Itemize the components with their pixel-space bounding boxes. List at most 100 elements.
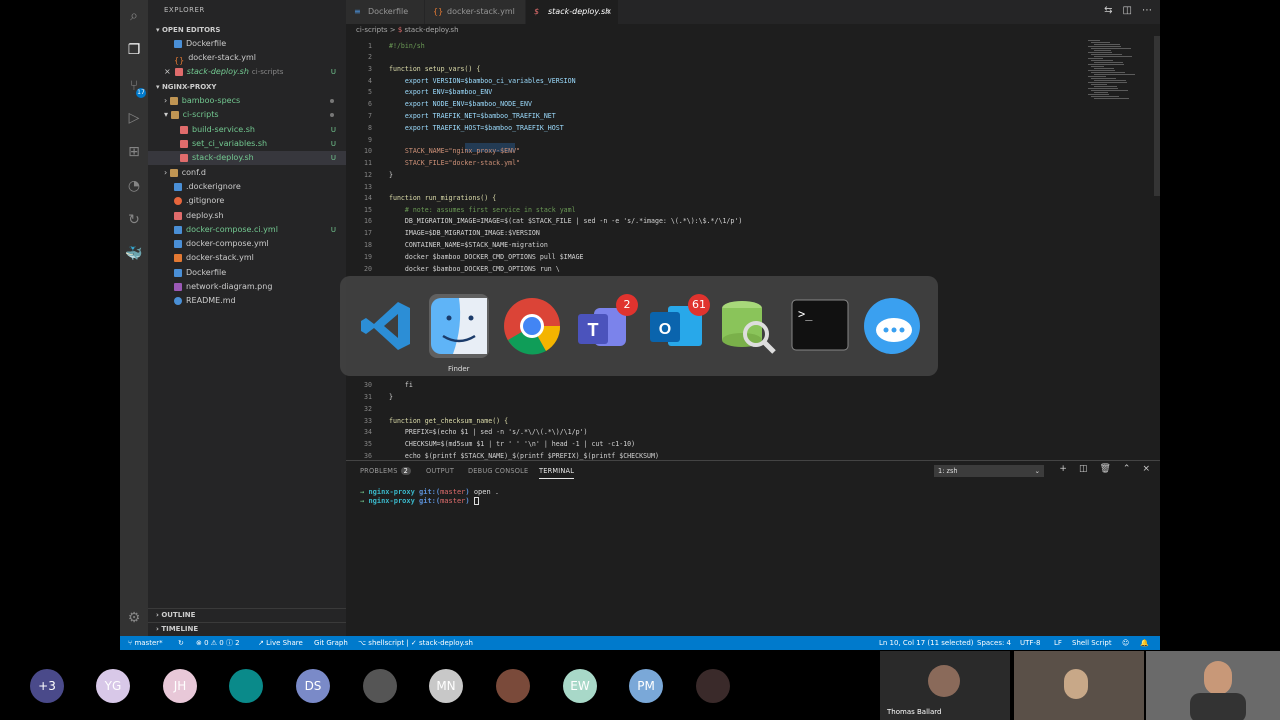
close-icon[interactable]: ×: [164, 67, 171, 76]
branch-indicator[interactable]: ⑂ master*: [128, 636, 163, 650]
tree-file[interactable]: build-service.sh U: [148, 123, 346, 137]
code-line[interactable]: CHECKSUM=$(md5sum $1 | tr ' ' '\n' | hea…: [389, 440, 635, 448]
code-line[interactable]: fi: [389, 381, 413, 389]
bell-icon[interactable]: 🔔: [1140, 636, 1149, 650]
tree-file[interactable]: .gitignore: [148, 194, 346, 208]
timeline-section[interactable]: › TIMELINE: [148, 622, 346, 634]
tab-dockerfile[interactable]: ≡ Dockerfile: [346, 0, 424, 24]
split-editor-icon[interactable]: ◫: [1123, 5, 1132, 16]
code-line[interactable]: echo $(printf $STACK_NAME)_$(printf $PRE…: [389, 452, 659, 460]
split-terminal-icon[interactable]: ◫: [1079, 464, 1088, 474]
trash-icon[interactable]: 🗑: [1099, 464, 1110, 474]
code-line[interactable]: export TRAEFIK_HOST=$bamboo_TRAEFIK_HOST: [389, 124, 564, 132]
code-line[interactable]: STACK_NAME="nginx_proxy-$ENV": [389, 147, 520, 155]
tree-file[interactable]: .dockerignore: [148, 180, 346, 194]
live-share-button[interactable]: ↗ Live Share: [258, 636, 303, 650]
indentation[interactable]: Spaces: 4: [977, 636, 1011, 650]
code-line[interactable]: PREFIX=$(echo $1 | sed -n 's/.*\/\(.*\)/…: [389, 428, 588, 436]
feedback-icon[interactable]: ☺: [1122, 636, 1129, 650]
remote-icon[interactable]: ◔: [124, 176, 144, 196]
tab-debug-console[interactable]: DEBUG CONSOLE: [468, 467, 528, 475]
tab-terminal[interactable]: TERMINAL: [539, 467, 575, 479]
tree-file[interactable]: README.md: [148, 294, 346, 308]
breadcrumb-file[interactable]: stack-deploy.sh: [405, 26, 459, 34]
terminal-icon[interactable]: >_: [790, 296, 850, 356]
vscode-icon[interactable]: [356, 296, 416, 356]
participant-video[interactable]: [1146, 651, 1280, 720]
close-icon[interactable]: ×: [1142, 464, 1150, 474]
tree-file[interactable]: docker-stack.yml: [148, 251, 346, 265]
code-line[interactable]: docker $bamboo_DOCKER_CMD_OPTIONS pull $…: [389, 253, 584, 261]
chrome-icon[interactable]: [502, 296, 562, 356]
plus-icon[interactable]: +: [1059, 464, 1067, 474]
gear-icon[interactable]: ⚙: [124, 608, 144, 628]
code-line[interactable]: docker $bamboo_DOCKER_CMD_OPTIONS run \: [389, 265, 560, 273]
code-line[interactable]: DB_MIGRATION_IMAGE=IMAGE=$(cat $STACK_FI…: [389, 217, 742, 225]
sync-icon[interactable]: ↻: [178, 636, 184, 650]
live-share-icon[interactable]: ↻: [124, 210, 144, 230]
outlook-icon[interactable]: O 61: [646, 294, 710, 356]
finder-icon[interactable]: [429, 294, 489, 358]
code-line[interactable]: function setup_vars() {: [389, 65, 480, 73]
project-section[interactable]: ▾ NGINX-PROXY: [148, 81, 346, 93]
tree-folder-ci-scripts[interactable]: ▾ ci-scripts: [148, 108, 346, 122]
line-ending[interactable]: LF: [1054, 636, 1062, 650]
explorer-icon[interactable]: ❐: [124, 40, 144, 60]
tab-output[interactable]: OUTPUT: [426, 467, 454, 475]
shellcheck-indicator[interactable]: ⌥ shellscript | ✓ stack-deploy.sh: [358, 636, 473, 650]
code-line[interactable]: STACK_FILE="docker-stack.yml": [389, 159, 520, 167]
participant-avatar[interactable]: [496, 669, 530, 703]
messages-icon[interactable]: [862, 296, 922, 356]
tree-folder-bamboo-specs[interactable]: › bamboo-specs: [148, 94, 346, 108]
source-control-icon[interactable]: ⑂ 17: [124, 76, 146, 98]
code-line[interactable]: }: [389, 393, 393, 401]
code-line[interactable]: export TRAEFIK_NET=$bamboo_TRAEFIK_NET: [389, 112, 556, 120]
breadcrumb-folder[interactable]: ci-scripts: [356, 26, 387, 34]
run-debug-icon[interactable]: ▷: [124, 108, 144, 128]
participant-avatar[interactable]: MN: [429, 669, 463, 703]
tree-file-selected[interactable]: stack-deploy.sh U: [148, 151, 346, 165]
code-line[interactable]: export VERSION=$bamboo_ci_variables_VERS…: [389, 77, 576, 85]
tab-stack-deploy[interactable]: $ stack-deploy.sh ×: [526, 0, 618, 24]
code-line[interactable]: export NODE_ENV=$bamboo_NODE_ENV: [389, 100, 532, 108]
tree-file[interactable]: network-diagram.png: [148, 280, 346, 294]
code-line[interactable]: }: [389, 171, 393, 179]
docker-icon[interactable]: 🐳: [124, 244, 144, 264]
participant-avatar[interactable]: EW: [563, 669, 597, 703]
tree-file[interactable]: set_ci_variables.sh U: [148, 137, 346, 151]
tab-docker-stack[interactable]: {} docker-stack.yml: [425, 0, 525, 24]
participant-video[interactable]: Thomas Ballard: [880, 651, 1010, 720]
more-icon[interactable]: ⋯: [1142, 5, 1152, 16]
encoding[interactable]: UTF-8: [1020, 636, 1040, 650]
tree-file[interactable]: deploy.sh: [148, 209, 346, 223]
tree-file[interactable]: Dockerfile: [148, 266, 346, 280]
code-line[interactable]: export ENV=$bamboo_ENV: [389, 88, 492, 96]
database-icon[interactable]: [718, 296, 778, 356]
split-compare-icon[interactable]: ⇆: [1104, 5, 1112, 16]
git-graph-button[interactable]: Git Graph: [314, 636, 348, 650]
participant-avatar[interactable]: [229, 669, 263, 703]
cursor-position[interactable]: Ln 10, Col 17 (11 selected): [879, 636, 974, 650]
participant-avatar[interactable]: YG: [96, 669, 130, 703]
code-line[interactable]: function get_checksum_name() {: [389, 417, 508, 425]
code-line[interactable]: IMAGE=$DB_MIGRATION_IMAGE:$VERSION: [389, 229, 540, 237]
extensions-icon[interactable]: ⊞: [124, 142, 144, 162]
tree-file[interactable]: docker-compose.ci.yml U: [148, 223, 346, 237]
terminal-line[interactable]: → nginx-proxy git:(master): [360, 497, 479, 505]
open-editor-item[interactable]: {} docker-stack.yml: [148, 51, 346, 65]
terminal-select[interactable]: 1: zsh ⌄: [934, 465, 1044, 477]
open-editor-item-active[interactable]: × stack-deploy.sh ci-scripts U: [148, 65, 346, 79]
participant-avatar[interactable]: JH: [163, 669, 197, 703]
participant-video[interactable]: [1014, 651, 1144, 720]
code-line[interactable]: CONTAINER_NAME=$STACK_NAME-migration: [389, 241, 548, 249]
code-line[interactable]: function run_migrations() {: [389, 194, 496, 202]
language-mode[interactable]: Shell Script: [1072, 636, 1112, 650]
tree-file[interactable]: docker-compose.yml: [148, 237, 346, 251]
open-editor-item[interactable]: Dockerfile: [148, 37, 346, 51]
participant-avatar[interactable]: DS: [296, 669, 330, 703]
code-line[interactable]: # note: assumes first service in stack y…: [389, 206, 576, 214]
participant-avatar[interactable]: [696, 669, 730, 703]
close-icon[interactable]: ×: [605, 0, 612, 24]
search-icon[interactable]: ⌕: [124, 6, 144, 26]
minimap[interactable]: [1086, 36, 1146, 116]
